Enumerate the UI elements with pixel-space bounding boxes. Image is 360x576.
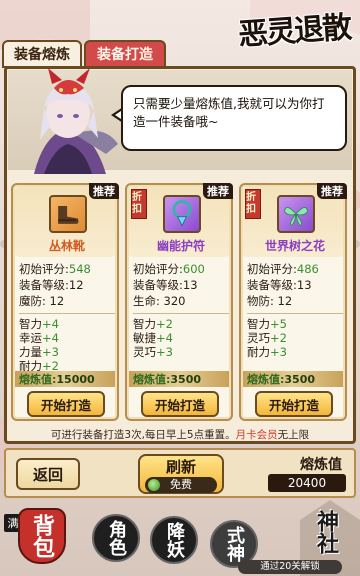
forging-panel: 只需要少量熔炼值,我就可以为你打造一件装备哦~ 丛林靴 推荐 初始评分:548 … bbox=[4, 66, 356, 444]
stat-level: 装备等级:13 bbox=[133, 278, 198, 292]
bonus-stats: 智力+4 幸运+4 力量+3 耐力+2 bbox=[19, 317, 59, 373]
item-stats: 初始评分:600 装备等级:13 生命: 320 智力+2 敏捷+4 灵巧+3 bbox=[133, 261, 229, 359]
start-forging-button[interactable]: 开始打造 bbox=[141, 391, 219, 417]
game-logo: 恶灵退散 bbox=[237, 10, 352, 53]
back-button[interactable]: 返回 bbox=[16, 458, 80, 490]
flower-icon[interactable] bbox=[277, 195, 315, 233]
footer-bar: 返回 刷新 免费 熔炼值 20400 bbox=[4, 448, 356, 498]
forge-cost: 熔炼值: 3500 bbox=[243, 371, 343, 387]
item-stats: 初始评分:548 装备等级:12 魔防: 12 智力+4 幸运+4 力量+3 耐… bbox=[19, 261, 115, 373]
stat-base: 魔防: 12 bbox=[19, 294, 65, 308]
divider bbox=[133, 313, 229, 314]
tab-label: 装备熔炼 bbox=[14, 47, 70, 63]
refresh-cost: 免费 bbox=[145, 477, 217, 493]
stat-level: 装备等级:13 bbox=[247, 278, 312, 292]
stat-score: 初始评分:600 bbox=[133, 262, 205, 276]
item-stats: 初始评分:486 装备等级:13 物防: 12 智力+5 灵巧+2 耐力+3 bbox=[247, 261, 343, 359]
bonus-stats: 智力+5 灵巧+2 耐力+3 bbox=[247, 317, 287, 359]
nav-shrine-button[interactable]: 神社 bbox=[296, 500, 356, 564]
forge-value: 20400 bbox=[268, 474, 346, 492]
discount-badge: 折扣 bbox=[131, 189, 147, 219]
npc-portrait bbox=[34, 68, 118, 174]
nav-bag-button[interactable]: 背包 bbox=[18, 508, 66, 564]
stat-base: 生命: 320 bbox=[133, 294, 186, 308]
forge-cost: 熔炼值: 15000 bbox=[15, 371, 115, 387]
forge-card-world-tree-flower: 世界树之花 折扣 推荐 初始评分:486 装备等级:13 物防: 12 智力+5… bbox=[239, 183, 347, 421]
npc-speech-bubble: 只需要少量熔炼值,我就可以为你打造一件装备哦~ bbox=[121, 85, 347, 151]
forge-cost: 熔炼值: 3500 bbox=[129, 371, 229, 387]
boots-icon[interactable] bbox=[49, 195, 87, 233]
item-name: 世界树之花 bbox=[264, 239, 325, 253]
tab-label: 装备打造 bbox=[97, 47, 153, 63]
unlock-tip: 通过20关解锁 bbox=[238, 560, 342, 574]
item-name: 幽能护符 bbox=[156, 239, 205, 253]
stat-level: 装备等级:12 bbox=[19, 278, 84, 292]
amulet-icon[interactable] bbox=[163, 195, 201, 233]
bonus-stats: 智力+2 敏捷+4 灵巧+3 bbox=[133, 317, 173, 359]
forge-card-amulet: 幽能护符 折扣 推荐 初始评分:600 装备等级:13 生命: 320 智力+2… bbox=[125, 183, 233, 421]
forge-limit-notice: 可进行装备打造3次,每日早上5点重置。月卡会员无上限 bbox=[50, 429, 310, 441]
forge-card-jungle-boots: 丛林靴 推荐 初始评分:548 装备等级:12 魔防: 12 智力+4 幸运+4… bbox=[11, 183, 119, 421]
refresh-button[interactable]: 刷新 免费 bbox=[138, 454, 224, 494]
stat-score: 初始评分:548 bbox=[19, 262, 91, 276]
nav-demon-button[interactable]: 降妖 bbox=[150, 516, 198, 564]
divider bbox=[247, 313, 343, 314]
nav-role-button[interactable]: 角色 bbox=[92, 514, 140, 562]
recommend-badge: 推荐 bbox=[317, 183, 347, 199]
divider bbox=[19, 313, 115, 314]
start-forging-button[interactable]: 开始打造 bbox=[255, 391, 333, 417]
stat-score: 初始评分:486 bbox=[247, 262, 319, 276]
start-forging-button[interactable]: 开始打造 bbox=[27, 391, 105, 417]
stat-base: 物防: 12 bbox=[247, 294, 293, 308]
item-name: 丛林靴 bbox=[48, 239, 85, 253]
recommend-badge: 推荐 bbox=[203, 183, 233, 199]
discount-badge: 折扣 bbox=[245, 189, 261, 219]
gem-icon bbox=[148, 479, 160, 491]
forge-value-label: 熔炼值 bbox=[300, 457, 342, 473]
recommend-badge: 推荐 bbox=[89, 183, 119, 199]
refresh-label: 刷新 bbox=[165, 458, 196, 476]
